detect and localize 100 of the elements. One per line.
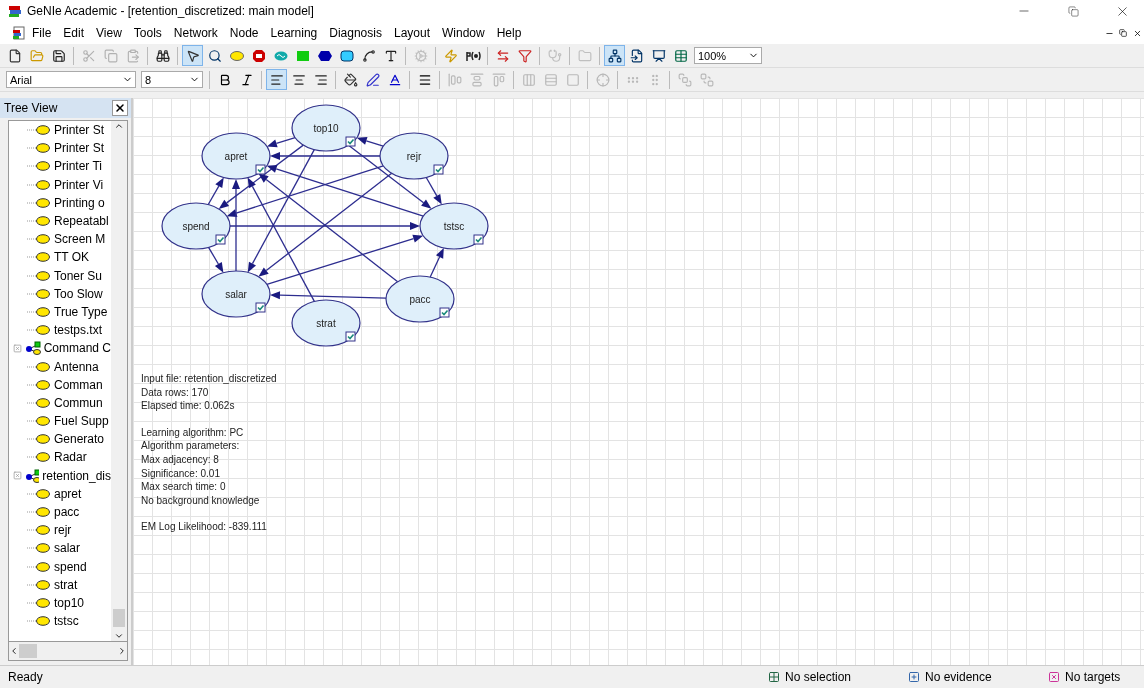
align-icon bbox=[491, 72, 506, 87]
network-node[interactable]: spend bbox=[161, 202, 231, 250]
checkbox[interactable] bbox=[255, 302, 266, 313]
menu-item[interactable]: Window bbox=[436, 26, 491, 40]
checkbox[interactable] bbox=[439, 307, 450, 318]
tree-item[interactable]: testps.txt bbox=[54, 323, 103, 338]
tree-button[interactable] bbox=[604, 45, 625, 66]
evidence-icon bbox=[908, 671, 920, 683]
tree-item[interactable]: Printer Vi bbox=[54, 177, 104, 192]
checkbox[interactable] bbox=[345, 136, 356, 147]
tree-item[interactable]: Repeatabl bbox=[54, 214, 109, 229]
tree-item[interactable]: TT OK bbox=[54, 250, 90, 265]
network-node[interactable]: salar bbox=[201, 270, 271, 318]
align-left-button[interactable] bbox=[266, 69, 287, 90]
network-node[interactable]: apret bbox=[201, 132, 271, 180]
chevron-up-icon[interactable] bbox=[114, 121, 124, 131]
node-icon bbox=[27, 252, 51, 263]
scrollbar[interactable] bbox=[8, 642, 128, 661]
tree-item[interactable]: strat bbox=[54, 577, 78, 592]
close-button[interactable] bbox=[112, 100, 128, 116]
tree-item[interactable]: Printer St bbox=[54, 141, 104, 156]
restore-button[interactable] bbox=[1116, 26, 1130, 40]
menu-item[interactable]: Layout bbox=[387, 26, 436, 40]
close-icon bbox=[1132, 28, 1142, 38]
node-icon bbox=[27, 416, 51, 427]
tree-item[interactable]: spend bbox=[54, 559, 87, 574]
checkbox[interactable] bbox=[433, 164, 444, 175]
network-icon bbox=[25, 341, 41, 356]
funnel-icon bbox=[517, 48, 532, 63]
menu-item[interactable]: Node bbox=[223, 26, 265, 40]
network-node[interactable]: top10 bbox=[291, 104, 361, 152]
font-size-dropdown[interactable]: 8 bbox=[141, 71, 203, 88]
scroll-thumb[interactable] bbox=[113, 609, 125, 627]
node-icon bbox=[27, 488, 51, 499]
tree-item[interactable]: Printing o bbox=[54, 195, 105, 210]
tree-item[interactable]: Screen M bbox=[54, 232, 106, 247]
node-icon bbox=[27, 561, 51, 572]
pointer-button[interactable] bbox=[182, 45, 203, 66]
search-icon bbox=[207, 48, 222, 63]
lightning-icon bbox=[443, 48, 458, 63]
zoom-dropdown[interactable]: 100% bbox=[694, 47, 762, 64]
network-node[interactable]: tstsc bbox=[419, 202, 489, 250]
info-text: Learning algorithm: PC bbox=[141, 425, 245, 440]
chevron-right-icon[interactable] bbox=[117, 646, 127, 656]
align-right-icon bbox=[313, 72, 328, 87]
menu-item[interactable]: Help bbox=[490, 26, 528, 40]
tree-item[interactable]: Comman bbox=[54, 377, 103, 392]
tree-item[interactable]: True Type bbox=[54, 304, 108, 319]
tree-icon bbox=[607, 48, 622, 63]
tree-item[interactable]: tstsc bbox=[54, 614, 79, 629]
network-node[interactable]: rejr bbox=[379, 132, 449, 180]
tree-item[interactable]: Commun bbox=[54, 395, 103, 410]
node-icon bbox=[27, 216, 51, 227]
text-icon bbox=[383, 48, 398, 63]
tree-item[interactable]: salar bbox=[54, 541, 80, 556]
chevron-left-icon[interactable] bbox=[9, 646, 19, 656]
network-node[interactable]: strat bbox=[291, 299, 361, 347]
menu-item[interactable]: Edit bbox=[57, 26, 91, 40]
tree-item[interactable]: Radar bbox=[54, 450, 87, 465]
node-icon bbox=[27, 288, 51, 299]
tree-item[interactable]: Fuel Supp bbox=[54, 414, 109, 429]
menu-item[interactable]: Diagnosis bbox=[323, 26, 388, 40]
status-text: No selection bbox=[785, 670, 852, 684]
ellipse-icon bbox=[229, 50, 244, 61]
checkbox[interactable] bbox=[473, 234, 484, 245]
menu-item[interactable]: Learning bbox=[264, 26, 324, 40]
tree-item[interactable]: pacc bbox=[54, 505, 80, 520]
octagon-icon bbox=[251, 48, 266, 63]
swap-icon bbox=[495, 48, 510, 63]
scroll-thumb[interactable] bbox=[19, 644, 37, 658]
info-text: Elapsed time: 0.062s bbox=[141, 399, 236, 413]
tree-item[interactable]: Too Slow bbox=[54, 286, 103, 301]
checkbox[interactable] bbox=[255, 164, 266, 175]
menu-item[interactable]: Network bbox=[167, 26, 224, 40]
tree-item[interactable]: Toner Su bbox=[54, 268, 103, 283]
node-icon bbox=[27, 434, 51, 445]
node-icon bbox=[27, 234, 51, 245]
font-dropdown[interactable]: Arial bbox=[6, 71, 136, 88]
tree-item[interactable]: Generato bbox=[54, 432, 105, 447]
node-icon bbox=[27, 579, 51, 590]
menu-item[interactable]: File bbox=[26, 26, 58, 40]
network-node[interactable]: pacc bbox=[385, 275, 455, 323]
menu-item[interactable]: Tools bbox=[127, 26, 168, 40]
tree-item[interactable]: Printer St bbox=[54, 123, 104, 138]
tree-item[interactable]: rejr bbox=[54, 523, 72, 538]
tree-item[interactable]: Printer Ti bbox=[54, 159, 102, 174]
tree-item[interactable]: Antenna bbox=[54, 359, 99, 374]
tree-item[interactable]: top10 bbox=[54, 595, 85, 610]
tree-item[interactable]: apret bbox=[54, 486, 82, 501]
scrollbar[interactable] bbox=[111, 121, 127, 641]
new-file-icon bbox=[7, 48, 22, 63]
checkbox[interactable] bbox=[345, 331, 356, 342]
tree-item[interactable]: Command C bbox=[43, 341, 111, 356]
size-icon bbox=[565, 72, 580, 87]
info-text: Max search time: 0 bbox=[141, 480, 227, 494]
chevron-down-icon[interactable] bbox=[114, 631, 124, 641]
tree-item[interactable]: retention_dis bbox=[42, 468, 111, 483]
menu-item[interactable]: View bbox=[90, 26, 128, 40]
checkbox[interactable] bbox=[215, 234, 226, 245]
info-text: EM Log Likelihood: -839.111 bbox=[141, 520, 268, 534]
